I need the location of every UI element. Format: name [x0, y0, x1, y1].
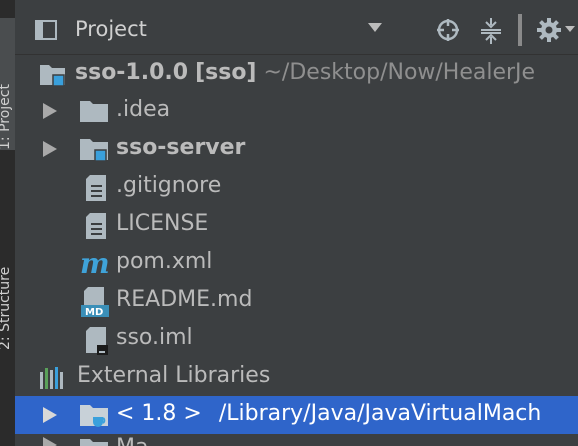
root-module: [sso] — [195, 60, 257, 85]
text-file-icon — [86, 175, 106, 201]
expand-arrow-icon[interactable] — [43, 141, 57, 157]
library-icon — [40, 367, 63, 389]
expand-arrow-icon[interactable] — [43, 437, 57, 446]
tree-row-sso-server[interactable]: sso-server — [15, 130, 578, 168]
jdk-path: /Library/Java/JavaVirtualMach — [218, 401, 542, 426]
expand-arrow-icon[interactable] — [43, 103, 57, 119]
jdk-name: < 1.8 > — [116, 401, 202, 426]
expand-arrow-icon[interactable] — [43, 407, 57, 423]
tree-row-readme[interactable]: MD README.md — [15, 282, 578, 320]
markdown-file-icon: MD — [81, 287, 109, 318]
tree-row-iml[interactable]: sso.iml — [15, 320, 578, 358]
tree-row-gitignore[interactable]: .gitignore — [15, 168, 578, 206]
module-folder-icon — [40, 65, 65, 87]
tree-row-idea[interactable]: .idea — [15, 92, 578, 130]
tool-tab-structure[interactable]: 2: Structure — [0, 190, 15, 350]
project-view-title[interactable]: Project — [75, 17, 147, 41]
text-file-icon — [86, 213, 106, 239]
root-name: sso-1.0.0 — [75, 60, 189, 85]
tree-item-label: .idea — [116, 97, 171, 122]
tree-row-root[interactable]: sso-1.0.0 [sso] ~/Desktop/Now/HealerJe — [15, 55, 578, 93]
project-panel-header: Project — [15, 8, 578, 55]
svg-text:m: m — [80, 248, 109, 278]
tree-row-pom[interactable]: m pom.xml — [15, 244, 578, 282]
toolbar-separator — [518, 14, 522, 46]
folder-icon — [80, 101, 108, 122]
tree-row-external-libraries[interactable]: External Libraries — [15, 358, 578, 396]
tree-item-label: sso-server — [116, 135, 246, 160]
gear-icon[interactable] — [535, 16, 563, 44]
external-libraries-label: External Libraries — [77, 363, 271, 388]
tree-item-label: README.md — [116, 287, 253, 312]
tree-item-label: pom.xml — [116, 249, 213, 274]
svg-text:MD: MD — [85, 307, 103, 318]
root-path: ~/Desktop/Now/HealerJe — [263, 60, 536, 85]
collapse-all-icon[interactable] — [479, 17, 503, 45]
tree-item-label: sso.iml — [116, 325, 193, 350]
tree-row-jdk[interactable]: < 1.8 > /Library/Java/JavaVirtualMach — [15, 396, 578, 434]
tool-window-stripe: 1: Project 2: Structure — [0, 0, 15, 446]
iml-file-icon — [86, 327, 108, 355]
project-tree: sso-1.0.0 [sso] ~/Desktop/Now/HealerJe .… — [15, 55, 578, 446]
jdk-folder-icon — [80, 405, 108, 427]
scroll-from-source-icon[interactable] — [436, 18, 460, 42]
tree-item-label: Ma — [116, 435, 148, 446]
project-view-icon — [35, 20, 57, 40]
root-label: sso-1.0.0 [sso] ~/Desktop/Now/HealerJe — [75, 60, 535, 85]
jdk-label: < 1.8 > /Library/Java/JavaVirtualMach — [116, 401, 541, 426]
tree-item-label: .gitignore — [116, 173, 222, 198]
folder-icon — [80, 439, 108, 446]
tool-tab-project[interactable]: 1: Project — [0, 18, 15, 150]
gear-dropdown-icon[interactable] — [565, 26, 575, 32]
tree-item-label: LICENSE — [116, 211, 209, 236]
tree-row-partial[interactable]: Ma — [15, 434, 578, 446]
maven-icon: m — [80, 248, 109, 278]
tree-row-license[interactable]: LICENSE — [15, 206, 578, 244]
chevron-down-icon[interactable] — [368, 23, 382, 32]
module-folder-icon — [80, 139, 108, 162]
